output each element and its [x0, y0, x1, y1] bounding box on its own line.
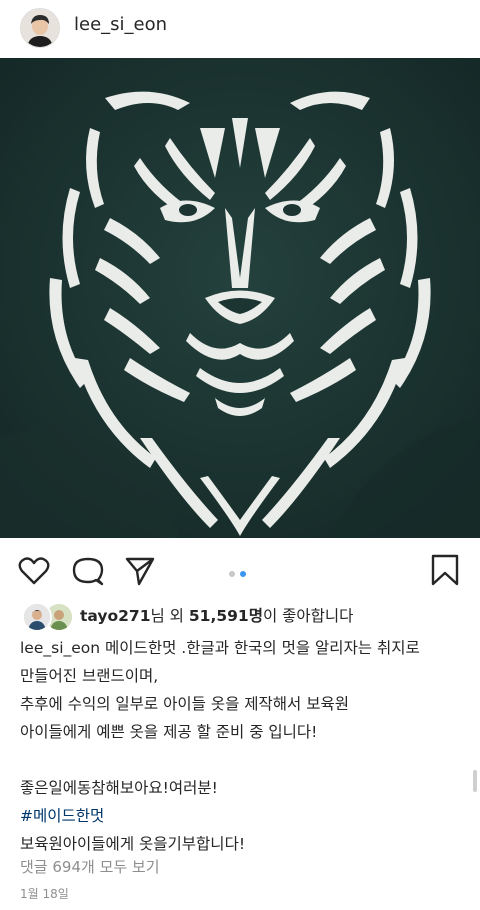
caption-line: 좋은일에동참해보아요!여러분!	[20, 779, 218, 797]
caption-line: 추후에 수익의 일부로 아이들 옷을 제작해서 보육원	[20, 695, 350, 713]
liker-avatar[interactable]	[22, 602, 52, 632]
caption-username[interactable]: lee_si_eon	[20, 639, 100, 657]
heart-outline-icon[interactable]	[18, 556, 50, 586]
caption-line: lee_si_eon 메이드한멋 .한글과 한국의 멋을 알리자는 취지로	[20, 634, 470, 662]
hashtag-link[interactable]: #메이드한멋	[20, 802, 470, 830]
paper-plane-icon[interactable]	[124, 556, 156, 586]
likes-mid-text: 님 외	[150, 607, 189, 625]
caption-line: 만들어진 브랜드이며,	[20, 667, 159, 685]
tiger-embroidery-image	[0, 58, 480, 538]
carousel-dot	[229, 571, 235, 577]
bookmark-icon[interactable]	[430, 554, 460, 586]
post-date: 1월 18일	[20, 887, 69, 901]
speech-bubble-icon[interactable]	[72, 556, 104, 586]
carousel-dot-active	[240, 571, 246, 577]
view-all-comments-link[interactable]: 댓글 694개 모두 보기	[20, 856, 160, 877]
avatar-image	[21, 9, 59, 47]
profile-avatar[interactable]	[20, 8, 60, 48]
liker-username[interactable]: tayo271	[80, 607, 151, 625]
caption-line: 아이들에게 예쁜 옷을 제공 할 준비 중 입니다!	[20, 723, 318, 741]
likes-suffix: 이 좋아합니다	[262, 607, 354, 625]
caption-text: 메이드한멋 .한글과 한국의 멋을 알리자는 취지로	[100, 639, 420, 657]
likes-summary[interactable]: tayo271님 외 51,591명이 좋아합니다	[80, 604, 353, 626]
post-image[interactable]	[0, 58, 480, 538]
scrollbar[interactable]	[473, 770, 477, 792]
likes-count[interactable]: 51,591명	[189, 607, 263, 625]
post-caption: lee_si_eon 메이드한멋 .한글과 한국의 멋을 알리자는 취지로 만들…	[20, 634, 470, 858]
post-header: lee_si_eon	[0, 0, 480, 58]
post-author-username[interactable]: lee_si_eon	[74, 14, 167, 35]
caption-line: 보육원아이들에게 옷을기부합니다!	[20, 835, 246, 853]
carousel-indicator	[229, 562, 251, 581]
